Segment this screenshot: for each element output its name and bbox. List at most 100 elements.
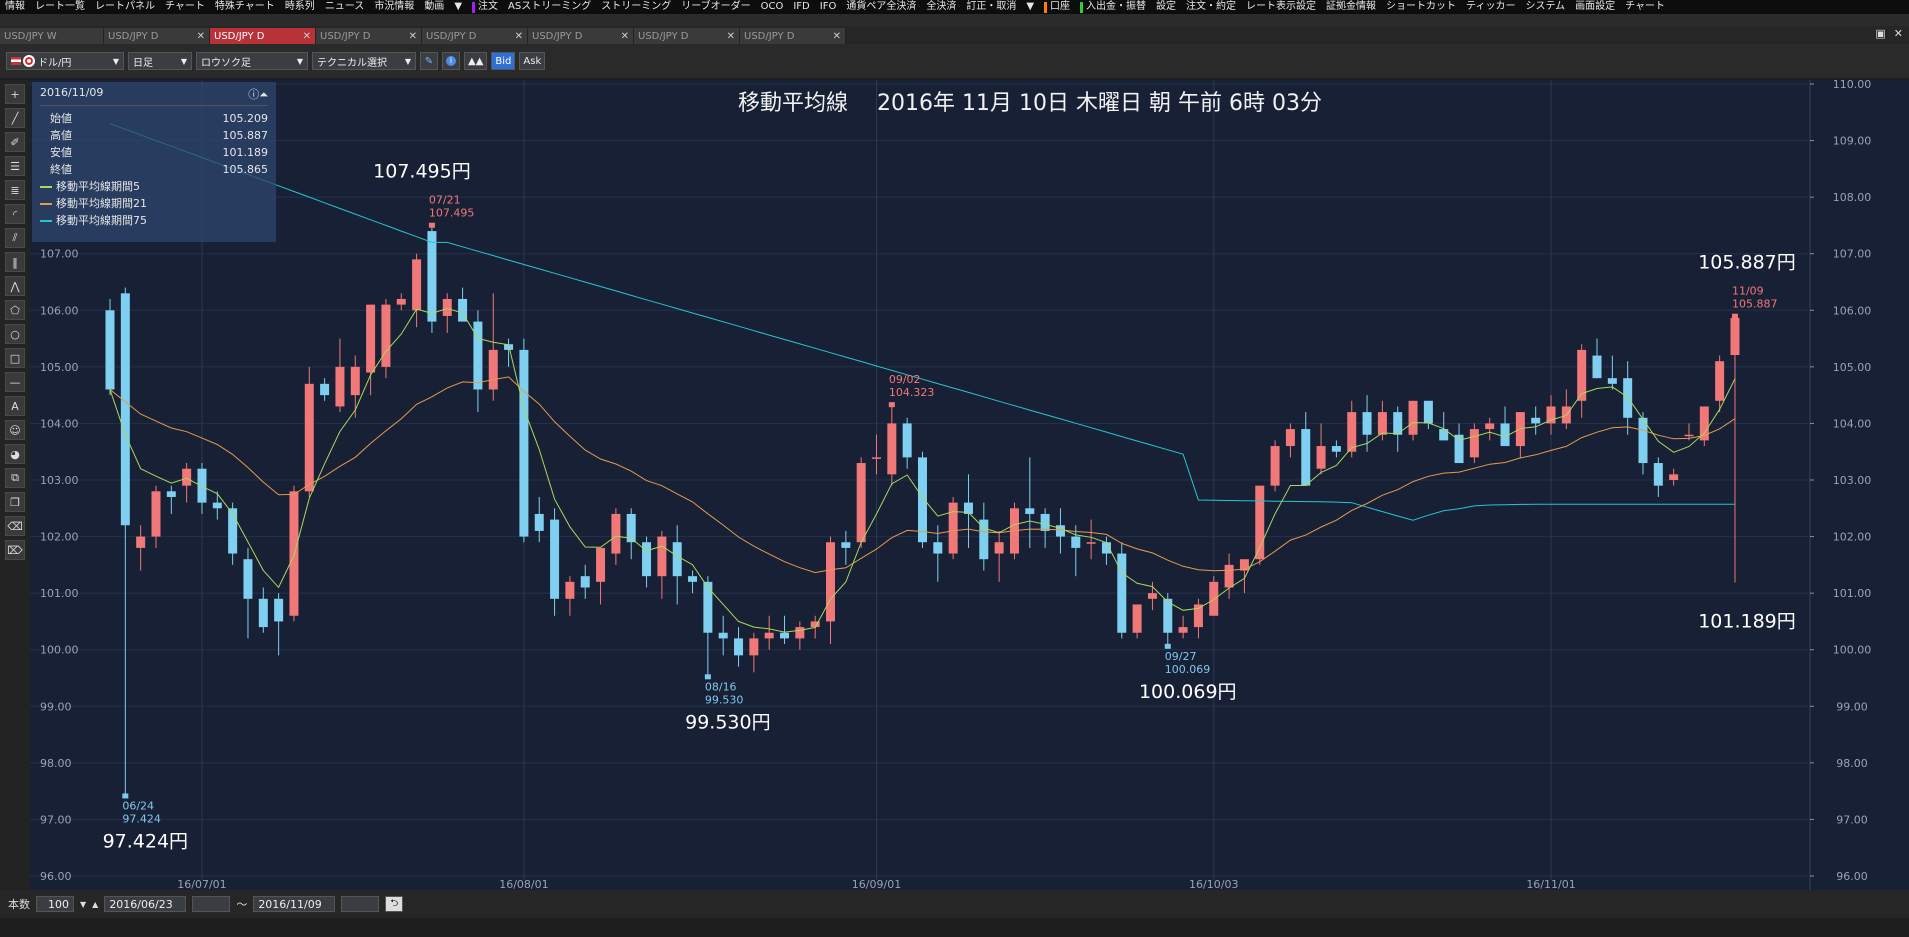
chart-tab[interactable]: USD/JPY D ✕ — [634, 28, 740, 44]
reset-button[interactable]: ⮌ — [385, 896, 404, 912]
menu-item[interactable]: ショートカット — [1381, 0, 1461, 14]
menu-item[interactable]: OCO — [756, 0, 789, 14]
menu-item[interactable]: IFO — [815, 0, 842, 14]
ruler-tool-icon[interactable]: ✐ — [5, 132, 25, 152]
duplicate-tool-icon[interactable]: ❐ — [5, 492, 25, 512]
close-tab-icon[interactable]: ✕ — [303, 31, 311, 42]
menu-item[interactable]: 訂正・取消 — [961, 0, 1021, 14]
count-up-icon[interactable]: ▲ — [92, 900, 98, 909]
text-tool-icon[interactable]: A — [5, 396, 25, 416]
line-tool-icon[interactable]: — — [5, 372, 25, 392]
start-time-input[interactable] — [192, 896, 231, 912]
chart-mode-button[interactable]: ▲▲ — [464, 52, 488, 70]
chart-tab[interactable]: USD/JPY D ✕ — [740, 28, 846, 44]
pitchfork-tool-icon[interactable]: ⋀ — [5, 276, 25, 296]
menu-item[interactable]: 注文・約定 — [1181, 0, 1241, 14]
fan-tool-icon[interactable]: ◜ — [5, 204, 25, 224]
menu-item[interactable]: 口座 — [1039, 0, 1075, 14]
menu-item[interactable]: 時系列 — [280, 0, 320, 14]
trendline-tool-icon[interactable]: ╱ — [5, 108, 25, 128]
candle-body — [795, 627, 805, 639]
start-date-input[interactable]: 2016/06/23 — [104, 896, 187, 912]
menu-item[interactable]: 注文 — [467, 0, 503, 14]
menu-item[interactable]: ASストリーミング — [503, 0, 596, 14]
info-panel-icons[interactable]: ⓘ⏶ — [248, 86, 268, 102]
rectangle-tool-icon[interactable]: □ — [5, 348, 25, 368]
ask-button[interactable]: Ask — [519, 52, 546, 70]
menu-item[interactable]: 通貨ペア全決済 — [841, 0, 921, 14]
circle-tool-icon[interactable]: ○ — [5, 324, 25, 344]
chart-tab[interactable]: USD/JPY W — [0, 28, 104, 44]
extreme-value: 104.323 — [889, 386, 935, 399]
menu-item[interactable]: 入出金・振替 — [1075, 0, 1151, 14]
vertical-lines-tool-icon[interactable]: ‖ — [5, 252, 25, 272]
candle-body — [488, 349, 498, 390]
menu-item[interactable]: ▼ — [449, 0, 467, 14]
menu-item[interactable]: ティッカー — [1461, 0, 1520, 14]
multi-line-tool-icon[interactable]: ≣ — [5, 180, 25, 200]
menu-item[interactable]: 画面設定 — [1570, 0, 1620, 14]
chart-area[interactable]: 96.00 96.00 97.00 97.00 98.00 98.00 99.00 99.00… — [30, 78, 1909, 891]
menu-item[interactable]: レート一覧 — [30, 0, 90, 14]
chart-tab[interactable]: USD/JPY D ✕ — [104, 28, 210, 44]
menu-item-label: 動画 — [424, 1, 445, 12]
chart-tab-label: USD/JPY D — [532, 30, 583, 42]
chart-type-select[interactable]: ロウソク足 ▼ — [196, 52, 308, 70]
menu-item[interactable]: ニュース — [320, 0, 370, 14]
end-date-input[interactable]: 2016/11/09 — [253, 896, 336, 912]
restore-icon[interactable]: ▣ — [1875, 27, 1885, 40]
menu-item[interactable]: 設定 — [1151, 0, 1181, 14]
magnet-tool-icon[interactable]: ◕ — [5, 444, 25, 464]
bid-button[interactable]: Bid — [491, 52, 516, 70]
extreme-label: 105.887円 — [1698, 252, 1796, 274]
close-tab-icon[interactable]: ✕ — [833, 31, 841, 42]
close-window-icon[interactable]: ✕ — [1894, 27, 1903, 40]
candle-body — [243, 559, 253, 599]
close-tab-icon[interactable]: ✕ — [515, 31, 523, 42]
chart-tab[interactable]: USD/JPY D ✕ — [528, 28, 634, 44]
candle-body — [780, 632, 790, 639]
chart-tab[interactable]: USD/JPY D ✕ — [210, 28, 316, 44]
menu-item[interactable]: 市況情報 — [369, 0, 419, 14]
close-tab-icon[interactable]: ✕ — [727, 31, 735, 42]
menu-item[interactable]: リーブオーダー — [676, 0, 755, 14]
menu-item[interactable]: 証拠金情報 — [1321, 0, 1381, 14]
pentagon-tool-icon[interactable]: ⬠ — [5, 300, 25, 320]
menu-item-label: IFD — [793, 1, 810, 12]
menu-item[interactable]: 動画 — [419, 0, 449, 14]
crosshair-tool-icon[interactable]: + — [5, 84, 25, 104]
menu-item-label: 入出金・振替 — [1086, 1, 1147, 12]
period-select[interactable]: 日足 ▼ — [128, 52, 192, 70]
copy-tool-icon[interactable]: ⧉ — [5, 468, 25, 488]
menu-item[interactable]: チャート — [1620, 0, 1670, 14]
close-tab-icon[interactable]: ✕ — [197, 31, 205, 42]
menu-item[interactable]: IFD — [788, 0, 814, 14]
icon-tool-icon[interactable]: ☺ — [5, 420, 25, 440]
menu-item[interactable]: 特殊チャート — [210, 0, 280, 14]
menu-item[interactable]: ストリーミング — [596, 0, 676, 14]
eraser-tool-icon[interactable]: ⌫ — [5, 516, 25, 536]
menu-item[interactable]: レートパネル — [90, 0, 160, 14]
horizontal-line-tool-icon[interactable]: ☰ — [5, 156, 25, 176]
menu-item[interactable]: 全決済 — [921, 0, 961, 14]
draw-pen-button[interactable]: ✎ — [420, 52, 438, 70]
chart-tab[interactable]: USD/JPY D ✕ — [316, 28, 422, 44]
count-down-icon[interactable]: ▼ — [80, 900, 86, 909]
menu-item[interactable]: レート表示設定 — [1241, 0, 1321, 14]
eraser-all-tool-icon[interactable]: ⌦ — [5, 540, 25, 560]
currency-pair-select[interactable]: ドル/円 ▼ — [6, 52, 124, 70]
chart-tab[interactable]: USD/JPY D ✕ — [422, 28, 528, 44]
extreme-date: 11/09 — [1732, 285, 1764, 298]
channel-tool-icon[interactable]: ⫽ — [5, 228, 25, 248]
technical-select[interactable]: テクニカル選択 ▼ — [312, 52, 416, 70]
close-tab-icon[interactable]: ✕ — [409, 31, 417, 42]
count-input[interactable]: 100 — [36, 896, 74, 912]
end-time-input[interactable] — [341, 896, 380, 912]
menu-item[interactable]: ▼ — [1021, 0, 1039, 14]
info-button[interactable]: i — [442, 52, 460, 70]
menu-item[interactable]: システム — [1520, 0, 1570, 14]
menu-item[interactable]: 情報 — [0, 0, 30, 14]
close-tab-icon[interactable]: ✕ — [621, 31, 629, 42]
menu-item-label: 市況情報 — [374, 1, 415, 12]
menu-item[interactable]: チャート — [160, 0, 210, 14]
